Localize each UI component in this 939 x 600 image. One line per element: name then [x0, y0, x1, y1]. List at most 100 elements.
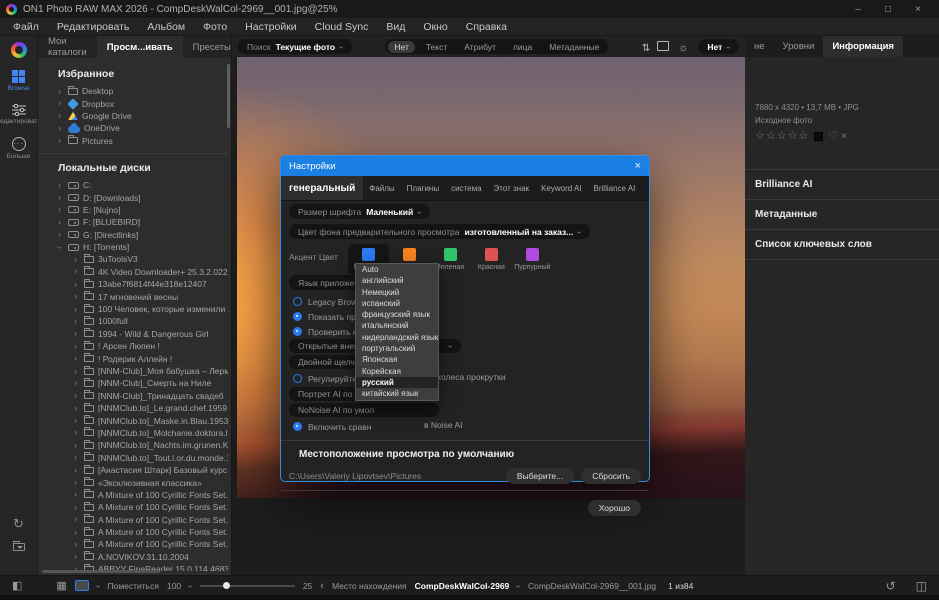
tree-item[interactable]: «Эксклюзивная классика»	[38, 476, 228, 488]
menu-item[interactable]: Справка	[457, 21, 516, 33]
language-option[interactable]: итальянский	[356, 320, 438, 331]
menu-item[interactable]: Cloud Sync	[306, 21, 378, 33]
setting-toggle[interactable]: Показать превы	[293, 310, 641, 323]
tree-item[interactable]: G: [Directlinks]	[38, 229, 228, 241]
tree-item[interactable]: 100 Человек, которые изменили ход истори…	[38, 303, 228, 315]
tree-item[interactable]: 4K Video Downloader+ 25.3.2.0227 + Porta…	[38, 266, 228, 278]
dialog-close-icon[interactable]	[635, 160, 641, 172]
filter-Текст[interactable]: Текст	[420, 41, 453, 53]
chevron-right-icon[interactable]	[74, 478, 80, 487]
menu-item[interactable]: Файл	[4, 21, 48, 33]
star-rating-icons[interactable]: ☆☆☆☆☆	[755, 130, 809, 143]
dialog-tab[interactable]: Keyword AI	[535, 176, 587, 200]
menu-item[interactable]: Фото	[194, 21, 236, 33]
language-option[interactable]: китайский язык	[356, 388, 438, 399]
tree-item[interactable]: A Mixture of 100 Cyrillic Fonts Set.1	[38, 489, 228, 501]
font-size-setting[interactable]: Размер шрифта Маленький	[289, 204, 430, 219]
hide-left-panel-icon[interactable]	[12, 579, 22, 592]
language-option[interactable]: русский	[356, 377, 438, 388]
chevron-right-icon[interactable]	[74, 404, 80, 413]
sync-icon[interactable]	[13, 515, 24, 533]
tree-item[interactable]: D: [Downloads]	[38, 191, 228, 203]
tree-item[interactable]: A Mixture of 100 Cyrillic Fonts Set.4	[38, 526, 228, 538]
tree-item[interactable]: 1994 - Wild & Dangerous Girl	[38, 328, 228, 340]
chevron-right-icon[interactable]	[74, 367, 80, 376]
language-option[interactable]: португальский	[356, 343, 438, 354]
language-option[interactable]: нидерландский язык	[356, 332, 438, 343]
radio-checked-icon[interactable]	[293, 422, 302, 431]
chevron-right-icon[interactable]	[74, 329, 80, 338]
chevron-right-icon[interactable]	[74, 255, 80, 264]
dialog-tab[interactable]: генеральный	[281, 176, 363, 200]
sidebar-tab[interactable]: Просм...ивать	[97, 36, 183, 58]
chevron-right-icon[interactable]	[58, 230, 64, 239]
like-heart-icon[interactable]: ♡	[828, 130, 838, 143]
reset-button[interactable]: Сбросить	[581, 468, 641, 484]
tree-item[interactable]: ! Родерик Аллейн !	[38, 352, 228, 364]
tree-item[interactable]: 17 мгновений весны	[38, 290, 228, 302]
detail-view-icon[interactable]	[75, 580, 89, 591]
tree-item[interactable]: Desktop	[38, 85, 228, 97]
filter-Атрибут[interactable]: Атрибут	[458, 41, 502, 53]
zoom-value[interactable]: 100	[167, 581, 181, 591]
chevron-down-icon[interactable]	[189, 581, 192, 591]
setting-dropdown[interactable]: NoNoise AI по умол	[289, 403, 439, 417]
menu-item[interactable]: Вид	[377, 21, 414, 33]
dialog-tab[interactable]: Плагины	[401, 176, 445, 200]
sort-icon[interactable]	[642, 38, 650, 56]
chevron-right-icon[interactable]	[74, 354, 80, 363]
tree-item[interactable]: [NNMClub.to]_Tout.l.or.du.monde.1961.DVD…	[38, 452, 228, 464]
tree-item[interactable]: ! Арсен Люпен !	[38, 340, 228, 352]
filter-лица[interactable]: лица	[507, 41, 538, 53]
chevron-down-icon[interactable]	[58, 243, 64, 252]
chevron-right-icon[interactable]	[74, 342, 80, 351]
tree-item[interactable]: A Mixture of 100 Cyrillic Fonts Set.2	[38, 501, 228, 513]
breadcrumb-folder[interactable]: CompDeskWalCol-2969	[415, 581, 510, 591]
rating-filter-dropdown[interactable]: Нет	[698, 39, 739, 54]
dialog-tab[interactable]: система	[445, 176, 487, 200]
reject-icon[interactable]: ×	[841, 130, 847, 143]
tree-item[interactable]: 1000full	[38, 315, 228, 327]
minimize-button[interactable]: –	[843, 4, 873, 15]
module-edit[interactable]: Редактировать	[0, 104, 38, 125]
chevron-right-icon[interactable]	[74, 267, 80, 276]
zoom-slider[interactable]	[200, 585, 295, 587]
tree-item[interactable]: [NNMClub.to]_Maske.in.Blau.1953.DVD5_mar…	[38, 414, 228, 426]
choose-button[interactable]: Выберите...	[506, 468, 574, 484]
tree-item[interactable]: [NNMClub.to]_Molchanie.doktora.Ivenca197…	[38, 427, 228, 439]
filter-Метаданные[interactable]: Метаданные	[543, 41, 605, 53]
tree-item[interactable]: A Mixture of 100 Cyrillic Fonts Set.3	[38, 514, 228, 526]
radio-checked-icon[interactable]	[293, 312, 302, 321]
tree-item[interactable]: [NNM-Club]_Тринадцать свадеб	[38, 390, 228, 402]
module-more[interactable]: Больше	[0, 137, 38, 160]
language-option[interactable]: испанский	[356, 298, 438, 309]
chevron-right-icon[interactable]	[58, 124, 64, 133]
module-browse[interactable]: Browse	[0, 70, 38, 92]
chevron-right-icon[interactable]	[58, 218, 64, 227]
on1-logo-icon[interactable]	[11, 42, 27, 58]
chevron-right-icon[interactable]	[74, 453, 80, 462]
chevron-right-icon[interactable]	[74, 540, 80, 549]
chevron-right-icon[interactable]	[74, 490, 80, 499]
tree-item[interactable]: E: [Nujno]	[38, 204, 228, 216]
accent-swatch[interactable]: Пурпурный	[512, 244, 553, 275]
chevron-right-icon[interactable]	[74, 379, 80, 388]
panel-section[interactable]: Метаданные	[745, 199, 939, 229]
dialog-tab[interactable]: Этот знак	[488, 176, 536, 200]
tree-item[interactable]: 13abe7f6814f44e318e12407	[38, 278, 228, 290]
tree-item[interactable]: Pictures	[38, 135, 228, 147]
chevron-right-icon[interactable]	[74, 441, 80, 450]
maximize-button[interactable]: □	[873, 4, 903, 15]
accent-swatch[interactable]: Красная	[471, 244, 512, 275]
chevron-right-icon[interactable]	[74, 552, 80, 561]
panel-section[interactable]: Список ключевых слов	[745, 229, 939, 260]
language-option[interactable]: Корейская	[356, 366, 438, 377]
menu-item[interactable]: Окно	[414, 21, 456, 33]
radio-checked-icon[interactable]	[293, 327, 302, 336]
radio-unchecked-icon[interactable]	[293, 374, 302, 383]
tree-item[interactable]: [Анастасия Штарк] Базовый курс по портре…	[38, 464, 228, 476]
tree-item[interactable]: A.NOVIKOV.31.10.2004	[38, 551, 228, 563]
language-option[interactable]: Auto	[356, 264, 438, 275]
filter-Нет[interactable]: Нет	[388, 41, 414, 53]
panel-tab[interactable]: Уровни	[774, 36, 824, 57]
